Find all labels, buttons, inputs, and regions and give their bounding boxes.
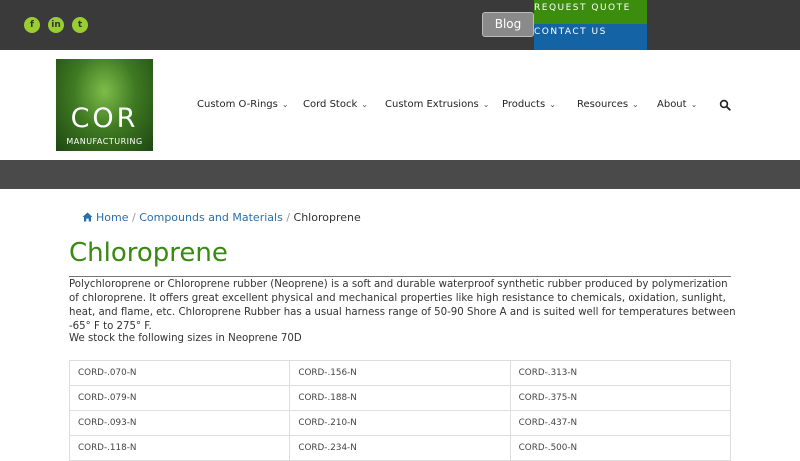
top-bar: f in t Blog REQUEST QUOTE CONTACT US <box>0 0 800 50</box>
nav-about[interactable]: About ⌄ <box>657 99 697 111</box>
table-cell: CORD-.437-N <box>509 410 732 436</box>
chevron-down-icon: ⌄ <box>690 100 698 109</box>
nav-label: About <box>657 99 687 110</box>
breadcrumb-home[interactable]: Home <box>82 211 132 224</box>
table-row: CORD-.093-N CORD-.210-N CORD-.437-N <box>68 410 732 436</box>
breadcrumb-separator: / <box>131 211 136 224</box>
breadcrumb-current: Chloroprene <box>293 211 361 224</box>
page-banner <box>0 160 800 189</box>
table-cell: CORD-.375-N <box>509 385 732 411</box>
table-cell: CORD-.093-N <box>68 410 291 436</box>
sizes-table: CORD-.070-N CORD-.156-N CORD-.313-N CORD… <box>68 360 732 461</box>
table-row: CORD-.118-N CORD-.234-N CORD-.500-N <box>68 435 732 461</box>
table-row: CORD-.070-N CORD-.156-N CORD-.313-N <box>68 360 732 386</box>
table-cell: CORD-.079-N <box>68 385 291 411</box>
table-cell: CORD-.234-N <box>289 435 511 461</box>
table-cell: CORD-.313-N <box>509 360 732 386</box>
intro-paragraph: Polychloroprene or Chloroprene rubber (N… <box>69 279 736 332</box>
title-divider <box>69 276 731 277</box>
nav-products[interactable]: Products ⌄ <box>502 99 556 111</box>
chevron-down-icon: ⌄ <box>549 100 556 109</box>
chevron-down-icon: ⌄ <box>632 100 639 109</box>
nav-custom-o-rings[interactable]: Custom O-Rings ⌄ <box>197 99 289 111</box>
table-cell: CORD-.188-N <box>289 385 511 411</box>
nav-label: Custom Extrusions <box>385 99 479 110</box>
twitter-icon[interactable]: t <box>72 17 88 33</box>
chevron-down-icon: ⌄ <box>281 100 289 109</box>
stock-heading: We stock the following sizes in Neoprene… <box>69 333 302 344</box>
cor-logo[interactable]: COR MANUFACTURING <box>56 59 153 151</box>
breadcrumb-home-label: Home <box>96 211 129 224</box>
table-row: CORD-.079-N CORD-.188-N CORD-.375-N <box>68 385 732 411</box>
chevron-down-icon: ⌄ <box>361 100 368 109</box>
table-cell: CORD-.210-N <box>289 410 511 436</box>
breadcrumb-separator: / <box>286 211 291 224</box>
breadcrumb-compounds[interactable]: Compounds and Materials <box>139 211 283 224</box>
breadcrumb: Home / Compounds and Materials / Chlorop… <box>82 211 361 225</box>
facebook-icon[interactable]: f <box>24 17 40 33</box>
home-icon <box>82 212 93 222</box>
nav-label: Resources <box>577 99 629 110</box>
contact-us-button[interactable]: CONTACT US <box>534 24 647 50</box>
search-icon[interactable] <box>719 99 731 111</box>
nav-label: Custom O-Rings <box>197 99 278 110</box>
nav-custom-extrusions[interactable]: Custom Extrusions ⌄ <box>385 99 489 111</box>
nav-cord-stock[interactable]: Cord Stock ⌄ <box>303 99 368 111</box>
table-cell: CORD-.118-N <box>68 435 291 461</box>
chevron-down-icon: ⌄ <box>482 100 490 109</box>
site-header: COR MANUFACTURING Custom O-Rings ⌄ Cord S… <box>0 50 800 160</box>
logo-subtext: MANUFACTURING <box>66 137 143 146</box>
page-title: Chloroprene <box>69 238 228 268</box>
table-cell: CORD-.070-N <box>68 360 291 386</box>
blog-button[interactable]: Blog <box>482 12 534 37</box>
nav-label: Products <box>502 99 546 110</box>
table-cell: CORD-.156-N <box>289 360 511 386</box>
linkedin-icon[interactable]: in <box>48 17 64 33</box>
logo-text: COR <box>70 103 139 134</box>
request-quote-button[interactable]: REQUEST QUOTE <box>534 0 647 24</box>
nav-label: Cord Stock <box>303 99 358 110</box>
table-cell: CORD-.500-N <box>509 435 732 461</box>
nav-resources[interactable]: Resources ⌄ <box>577 99 639 111</box>
